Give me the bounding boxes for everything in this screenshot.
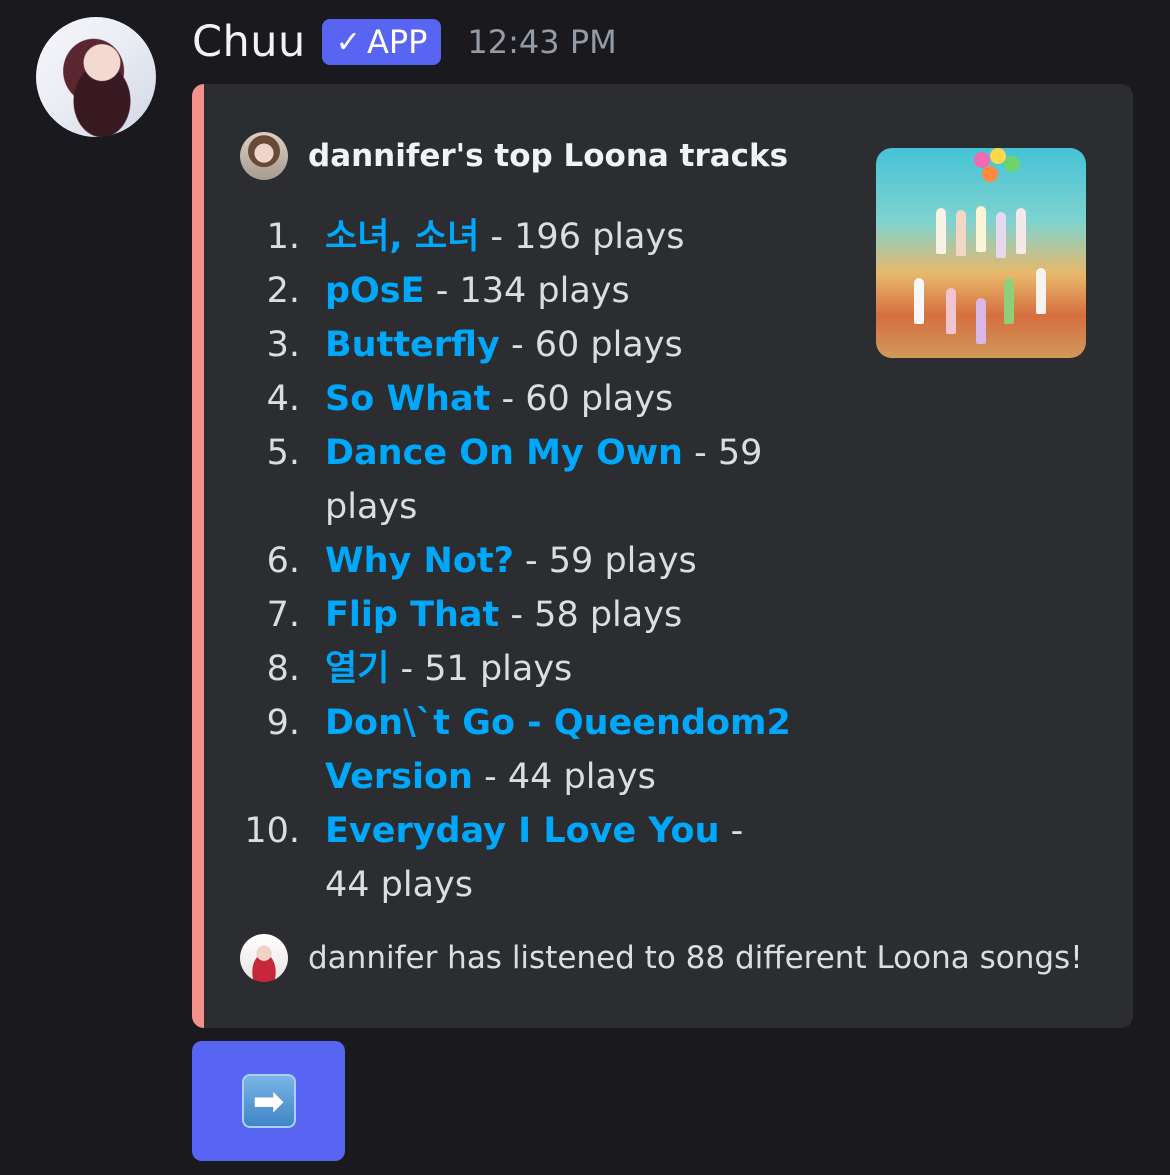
track-item: 4. So What - 60 plays [192, 372, 792, 426]
author-name[interactable]: Chuu [192, 17, 306, 67]
footer-text: dannifer has listened to 88 different Lo… [308, 940, 1083, 976]
figure-shape [1036, 268, 1046, 314]
track-number: 2. [266, 271, 300, 311]
balloon-shape [982, 166, 998, 182]
track-item: 1. 소녀, 소녀 - 196 plays [192, 210, 792, 264]
track-plays: - 134 plays [424, 271, 630, 311]
track-number: 10. [244, 811, 300, 851]
embed-author: dannifer's top Loona tracks [240, 130, 788, 182]
track-number: 9. [266, 703, 300, 743]
track-number: 8. [266, 649, 300, 689]
track-item: 8. 열기 - 51 plays [192, 642, 792, 696]
check-icon: ✓ [335, 24, 361, 60]
track-link[interactable]: So What [325, 379, 490, 419]
track-plays: - 196 plays [479, 217, 685, 257]
embed-author-name: dannifer's top Loona tracks [308, 138, 789, 174]
track-plays: - 44 plays [472, 757, 656, 797]
track-item: 10. Everyday I Love You - 44 plays [192, 804, 792, 912]
track-plays: - 60 plays [499, 325, 683, 365]
track-item: 6. Why Not? - 59 plays [192, 534, 792, 588]
track-plays: - 51 plays [389, 649, 573, 689]
figure-shape [946, 288, 956, 334]
track-link[interactable]: pOsE [325, 271, 425, 311]
track-number: 1. [266, 217, 300, 257]
track-link[interactable]: Why Not? [325, 541, 514, 581]
track-link[interactable]: Dance On My Own [325, 433, 683, 473]
track-number: 7. [266, 595, 300, 635]
track-link[interactable]: 소녀, 소녀 [325, 217, 479, 257]
figure-shape [936, 208, 946, 254]
app-badge-label: APP [366, 23, 428, 61]
track-number: 4. [266, 379, 300, 419]
track-number: 3. [266, 325, 300, 365]
app-badge: ✓ APP [321, 19, 442, 65]
track-plays: - 59 plays [513, 541, 697, 581]
figure-shape [1004, 278, 1014, 324]
track-item: 2. pOsE - 134 plays [192, 264, 792, 318]
track-item: 9. Don\`t Go - Queendom2 Version - 44 pl… [192, 696, 792, 804]
track-number: 5. [266, 433, 300, 473]
track-item: 7. Flip That - 58 plays [192, 588, 792, 642]
figure-shape [956, 210, 966, 256]
figure-shape [976, 298, 986, 344]
figure-shape [1016, 208, 1026, 254]
track-item: 5. Dance On My Own - 59 plays [192, 426, 792, 534]
track-link[interactable]: 열기 [325, 649, 389, 689]
track-plays: - 58 plays [499, 595, 683, 635]
album-thumbnail[interactable] [876, 148, 1086, 358]
footer-avatar [240, 934, 288, 982]
embed-card: dannifer's top Loona tracks 1. 소녀, 소녀 - … [192, 84, 1133, 1028]
message-header: Chuu ✓ APP 12:43 PM [192, 14, 617, 70]
next-page-button[interactable]: ➡ [192, 1041, 345, 1161]
right-arrow-icon: ➡ [241, 1074, 296, 1128]
track-list: 1. 소녀, 소녀 - 196 plays 2. pOsE - 134 play… [192, 210, 792, 912]
track-item: 3. Butterfly - 60 plays [192, 318, 792, 372]
figure-shape [996, 212, 1006, 258]
track-number: 6. [266, 541, 300, 581]
user-avatar[interactable] [36, 17, 156, 137]
track-plays: - 60 plays [490, 379, 674, 419]
embed-author-avatar [240, 132, 288, 180]
embed-footer: dannifer has listened to 88 different Lo… [240, 932, 1083, 984]
track-link[interactable]: Everyday I Love You [325, 811, 720, 851]
track-link[interactable]: Flip That [325, 595, 499, 635]
figure-shape [914, 278, 924, 324]
figure-shape [976, 206, 986, 252]
track-link[interactable]: Butterfly [325, 325, 500, 365]
balloon-shape [1004, 156, 1020, 172]
timestamp[interactable]: 12:43 PM [467, 23, 616, 61]
